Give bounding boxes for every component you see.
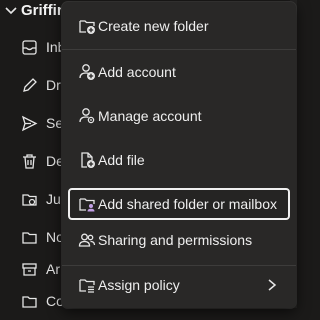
context-menu: Create new folder Add account Manage acc… — [62, 2, 296, 308]
folder-item-conversation[interactable]: Co — [0, 282, 70, 320]
menu-item-manage-account[interactable]: Manage account — [68, 100, 290, 132]
menu-item-label: Assign policy — [98, 277, 180, 293]
menu-item-label: Add file — [98, 152, 145, 168]
inbox-icon — [21, 39, 38, 56]
junk-icon — [21, 191, 38, 208]
delete-icon — [21, 153, 38, 170]
menu-item-add-shared-folder[interactable]: Add shared folder or mailbox — [68, 188, 290, 220]
menu-item-add-account[interactable]: Add account — [68, 56, 290, 88]
drafts-icon — [21, 77, 38, 94]
folder-label: Ar — [46, 261, 60, 277]
sent-icon — [21, 115, 38, 132]
menu-divider — [62, 265, 296, 266]
notes-icon — [21, 229, 38, 246]
menu-item-label: Add account — [98, 64, 176, 80]
people-icon — [78, 231, 96, 249]
menu-item-label: Sharing and permissions — [98, 232, 253, 248]
menu-item-create-new-folder[interactable]: Create new folder — [68, 10, 290, 42]
account-title: Griffin — [21, 2, 66, 19]
chevron-down-icon[interactable] — [4, 3, 18, 17]
menu-divider — [62, 49, 296, 50]
manage-account-icon — [78, 107, 96, 125]
chevron-right-icon — [266, 278, 278, 292]
menu-item-add-file[interactable]: Add file — [68, 144, 290, 176]
folder-item-deleted[interactable]: De — [0, 142, 70, 180]
shared-folder-icon — [78, 195, 96, 213]
folder-item-inbox[interactable]: Inb — [0, 28, 70, 66]
policy-icon — [78, 276, 96, 294]
menu-item-sharing-permissions[interactable]: Sharing and permissions — [68, 224, 290, 256]
archive-icon — [21, 261, 38, 278]
folder-item-junk[interactable]: Jun — [0, 180, 70, 218]
folder-icon — [21, 293, 38, 310]
folder-item-drafts[interactable]: Dra — [0, 66, 70, 104]
add-account-icon — [78, 63, 96, 81]
folder-label: Se — [46, 115, 64, 131]
add-file-icon — [78, 151, 96, 169]
menu-item-label: Manage account — [98, 108, 202, 124]
folder-item-sent[interactable]: Se — [0, 104, 70, 142]
menu-item-label: Create new folder — [98, 18, 209, 34]
new-folder-icon — [78, 17, 96, 35]
menu-item-assign-policy[interactable]: Assign policy — [68, 269, 290, 301]
menu-item-label: Add shared folder or mailbox — [98, 196, 277, 212]
